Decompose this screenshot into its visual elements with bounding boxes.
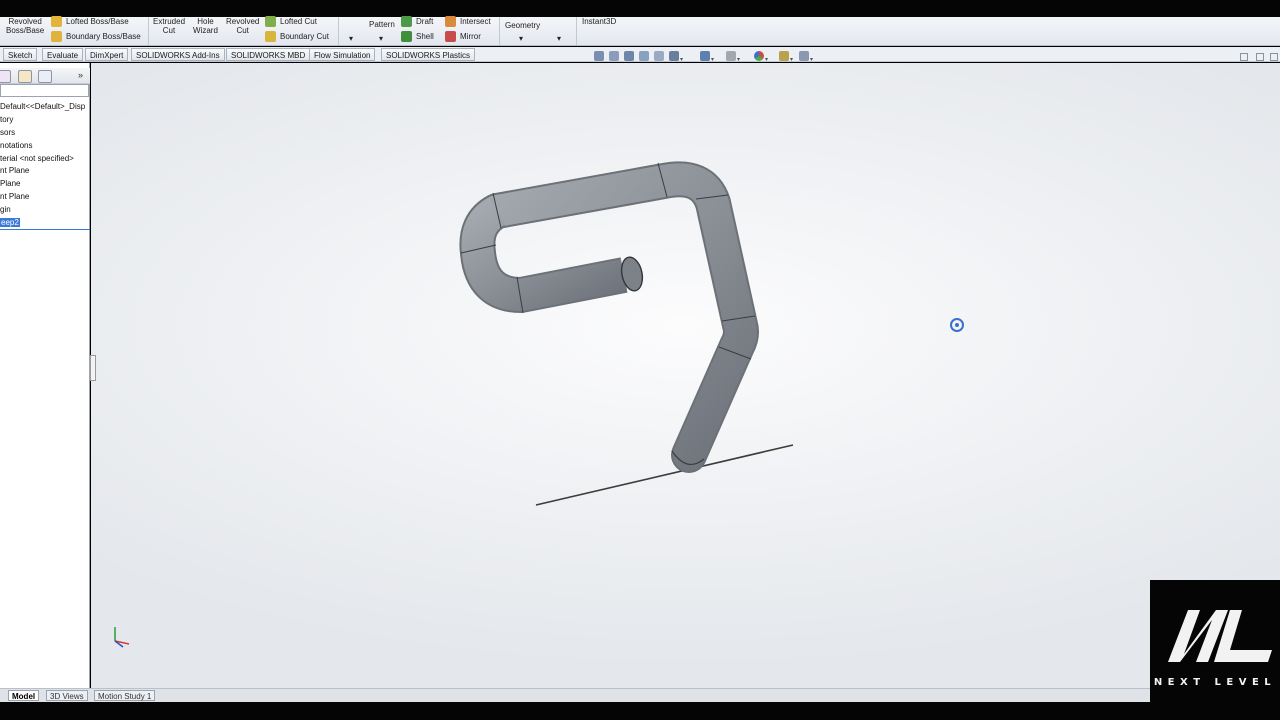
hole-wizard-button[interactable]: Hole Wizard: [193, 17, 218, 35]
graphics-area[interactable]: [91, 63, 1280, 690]
next-level-watermark: NEXT LEVEL: [1150, 580, 1280, 702]
heads-up-view-toolbar: ▾ ▾ ▾ ▾ ▾ ▾: [594, 51, 819, 63]
instant3d-button[interactable]: Instant3D: [582, 17, 616, 26]
tab-addins[interactable]: SOLIDWORKS Add-Ins: [131, 48, 225, 61]
viewport-restore-icon[interactable]: [1256, 53, 1264, 61]
reference-triad-icon: [114, 627, 130, 648]
sketch-line[interactable]: [535, 444, 794, 506]
tab-sketch[interactable]: Sketch: [3, 48, 38, 61]
tree-item-part[interactable]: Default<<Default>_Disp: [0, 101, 90, 114]
shell-button[interactable]: Shell: [416, 32, 434, 41]
revolved-cut-button[interactable]: Revolved Cut: [226, 17, 259, 35]
swept-tube-part[interactable]: [459, 161, 759, 473]
draft-button[interactable]: Draft: [416, 17, 433, 26]
section-view-icon[interactable]: [639, 51, 649, 61]
nl-logo-icon: [1168, 610, 1272, 662]
watermark-text: NEXT LEVEL: [1153, 677, 1277, 688]
tree-item-annotations[interactable]: notations: [0, 140, 90, 153]
tab-plastics[interactable]: SOLIDWORKS Plastics: [381, 48, 476, 61]
lofted-cut-icon: [265, 16, 276, 27]
tree-item-sweep2[interactable]: eep2: [0, 217, 90, 230]
draft-icon: [401, 16, 412, 27]
feature-manager-tab-icon[interactable]: [0, 70, 11, 83]
pattern-dropdown[interactable]: ▾: [349, 34, 353, 43]
ribbon-divider: [576, 17, 577, 45]
tree-item-front-plane[interactable]: nt Plane: [0, 165, 90, 178]
tree-item-origin[interactable]: gin: [0, 204, 90, 217]
chevron-down-icon[interactable]: ▾: [680, 56, 683, 63]
boundary-cut-icon: [265, 31, 276, 42]
pattern-dropdown-2[interactable]: ▾: [379, 34, 383, 43]
rotate-view-cursor-icon: [950, 318, 964, 332]
pattern-button[interactable]: Pattern: [369, 20, 395, 29]
zoom-area-icon[interactable]: [609, 51, 619, 61]
boundary-boss-button[interactable]: Boundary Boss/Base: [66, 32, 141, 41]
apply-scene-icon[interactable]: [779, 51, 789, 61]
tree-filter-input[interactable]: [0, 84, 89, 97]
model-viewport[interactable]: [91, 63, 1280, 690]
tab-mbd[interactable]: SOLIDWORKS MBD: [226, 48, 311, 61]
panel-toolbar: »: [0, 68, 90, 84]
intersect-button[interactable]: Intersect: [460, 17, 491, 26]
view-orientation-icon[interactable]: [669, 51, 679, 61]
configuration-manager-icon[interactable]: [18, 70, 32, 83]
edit-appearance-icon[interactable]: [754, 51, 764, 61]
previous-view-icon[interactable]: [624, 51, 634, 61]
tree-item-right-plane[interactable]: nt Plane: [0, 191, 90, 204]
lofted-cut-button[interactable]: Lofted Cut: [280, 17, 317, 26]
expand-chevron-icon[interactable]: »: [78, 70, 83, 80]
lofted-boss-button[interactable]: Lofted Boss/Base: [66, 17, 129, 26]
feature-manager-panel: » Default<<Default>_Disp tory sors notat…: [0, 63, 90, 690]
ribbon-divider: [148, 17, 149, 45]
chevron-down-icon[interactable]: ▾: [737, 56, 740, 63]
chevron-down-icon[interactable]: ▾: [711, 56, 714, 63]
boundary-boss-icon: [51, 31, 62, 42]
tree-item-top-plane[interactable]: Plane: [0, 178, 90, 191]
extruded-cut-button[interactable]: Extruded Cut: [153, 17, 185, 35]
revolved-boss-button[interactable]: Revolved Boss/Base: [6, 17, 44, 35]
command-manager: Revolved Boss/Base Lofted Boss/Base Boun…: [0, 16, 1280, 46]
chevron-down-icon[interactable]: ▾: [790, 56, 793, 63]
zoom-to-fit-icon[interactable]: [594, 51, 604, 61]
curves-dropdown[interactable]: ▾: [557, 34, 561, 43]
tree-item-history[interactable]: tory: [0, 114, 90, 127]
reference-geometry-button[interactable]: Geometry: [505, 21, 540, 30]
ribbon-divider: [338, 17, 339, 45]
hide-show-items-icon[interactable]: [726, 51, 736, 61]
viewport-maximize-icon[interactable]: [1270, 53, 1278, 61]
tab-motion-study[interactable]: Motion Study 1: [94, 690, 156, 701]
geometry-dropdown[interactable]: ▾: [519, 34, 523, 43]
tree-item-material[interactable]: terial <not specified>: [0, 153, 90, 166]
display-style-icon[interactable]: [700, 51, 710, 61]
chevron-down-icon[interactable]: ▾: [765, 56, 768, 63]
intersect-icon: [445, 16, 456, 27]
bottom-black-bar: [0, 702, 1280, 720]
mirror-button[interactable]: Mirror: [460, 32, 481, 41]
boundary-cut-button[interactable]: Boundary Cut: [280, 32, 329, 41]
view-settings-icon[interactable]: [799, 51, 809, 61]
shell-icon: [401, 31, 412, 42]
tree-item-sensors[interactable]: sors: [0, 127, 90, 140]
tab-evaluate[interactable]: Evaluate: [42, 48, 84, 61]
display-manager-icon[interactable]: [38, 70, 52, 83]
lofted-boss-icon: [51, 16, 62, 27]
tree-item-sweep2-label: eep2: [0, 218, 20, 228]
feature-tree: Default<<Default>_Disp tory sors notatio…: [0, 101, 90, 230]
top-black-bar: [0, 0, 1280, 17]
tab-3d-views[interactable]: 3D Views: [46, 690, 88, 701]
tab-dimxpert[interactable]: DimXpert: [85, 48, 129, 61]
panel-splitter-handle[interactable]: [90, 355, 96, 381]
chevron-down-icon[interactable]: ▾: [810, 56, 813, 63]
ribbon-divider: [499, 17, 500, 45]
viewport-tile-icon[interactable]: [1240, 53, 1248, 61]
mirror-icon: [445, 31, 456, 42]
tab-model[interactable]: Model: [8, 690, 40, 701]
tab-flow-simulation[interactable]: Flow Simulation: [309, 48, 376, 61]
dynamic-annotation-icon[interactable]: [654, 51, 664, 61]
bottom-tab-bar: Model 3D Views Motion Study 1: [0, 688, 1280, 702]
